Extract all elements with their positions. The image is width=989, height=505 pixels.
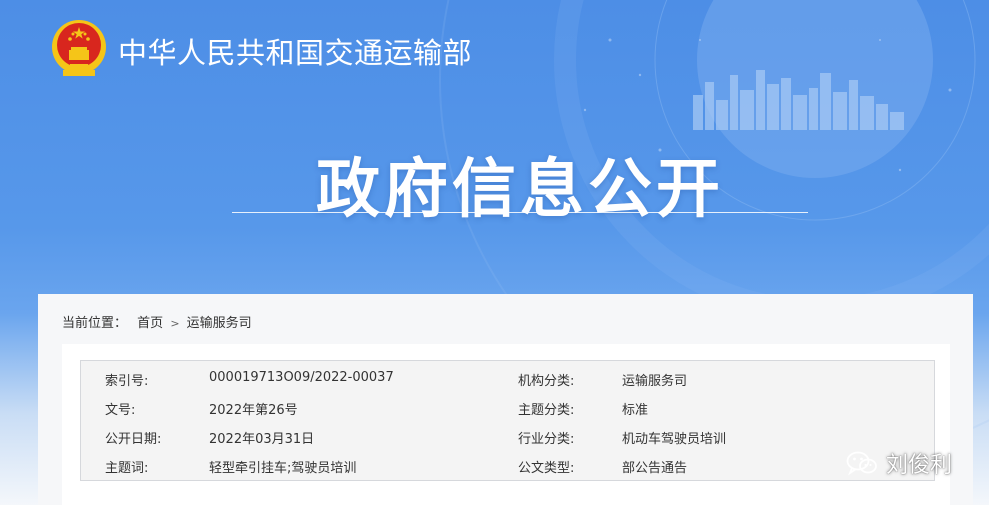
- watermark-author: 刘俊利: [886, 453, 953, 478]
- breadcrumb-item-home[interactable]: 首页: [137, 316, 163, 331]
- watermark: 刘俊利: [846, 448, 952, 478]
- publish-date-value: 2022年03月31日: [209, 432, 315, 447]
- national-emblem-icon: [52, 20, 106, 76]
- title-divider: [232, 212, 808, 213]
- industry-category-value: 机动车驾驶员培训: [622, 432, 727, 447]
- metadata-row: 公开日期: 2022年03月31日 行业分类: 机动车驾驶员培训: [81, 422, 936, 451]
- breadcrumb: 当前位置： 首页 > 运输服务司: [62, 312, 252, 331]
- document-number-label: 文号:: [105, 403, 136, 418]
- publish-date-label: 公开日期:: [105, 432, 162, 447]
- index-number-label: 索引号:: [105, 374, 149, 389]
- metadata-row: 文号: 2022年第26号 主题分类: 标准: [81, 393, 936, 422]
- page-title: 政府信息公开: [316, 153, 724, 227]
- document-type-label: 公文类型:: [518, 461, 575, 476]
- keywords-value: 轻型牵引挂车;驾驶员培训: [209, 461, 357, 476]
- subject-category-value: 标准: [622, 403, 649, 418]
- metadata-row: 主题词: 轻型牵引挂车;驾驶员培训 公文类型: 部公告通告: [81, 451, 936, 480]
- content-panel: 当前位置： 首页 > 运输服务司 索引号: 000019713O09/2022-…: [38, 294, 973, 505]
- document-type-value: 部公告通告: [622, 461, 688, 476]
- document-metadata-panel: 索引号: 000019713O09/2022-00037 机构分类: 运输服务司…: [62, 344, 950, 505]
- agency-category-label: 机构分类:: [518, 374, 575, 389]
- wechat-icon: [846, 451, 877, 476]
- subject-category-label: 主题分类:: [518, 403, 575, 418]
- breadcrumb-separator: >: [170, 317, 180, 330]
- breadcrumb-item-department[interactable]: 运输服务司: [187, 316, 252, 331]
- document-number-value: 2022年第26号: [209, 403, 298, 418]
- breadcrumb-label: 当前位置：: [62, 316, 128, 331]
- industry-category-label: 行业分类:: [518, 432, 575, 447]
- index-number-value: 000019713O09/2022-00037: [209, 370, 394, 385]
- keywords-label: 主题词:: [105, 461, 149, 476]
- ministry-name[interactable]: 中华人民共和国交通运输部: [118, 30, 472, 72]
- metadata-row: 索引号: 000019713O09/2022-00037 机构分类: 运输服务司: [81, 364, 936, 393]
- agency-category-value: 运输服务司: [622, 374, 688, 389]
- metadata-table: 索引号: 000019713O09/2022-00037 机构分类: 运输服务司…: [80, 360, 935, 481]
